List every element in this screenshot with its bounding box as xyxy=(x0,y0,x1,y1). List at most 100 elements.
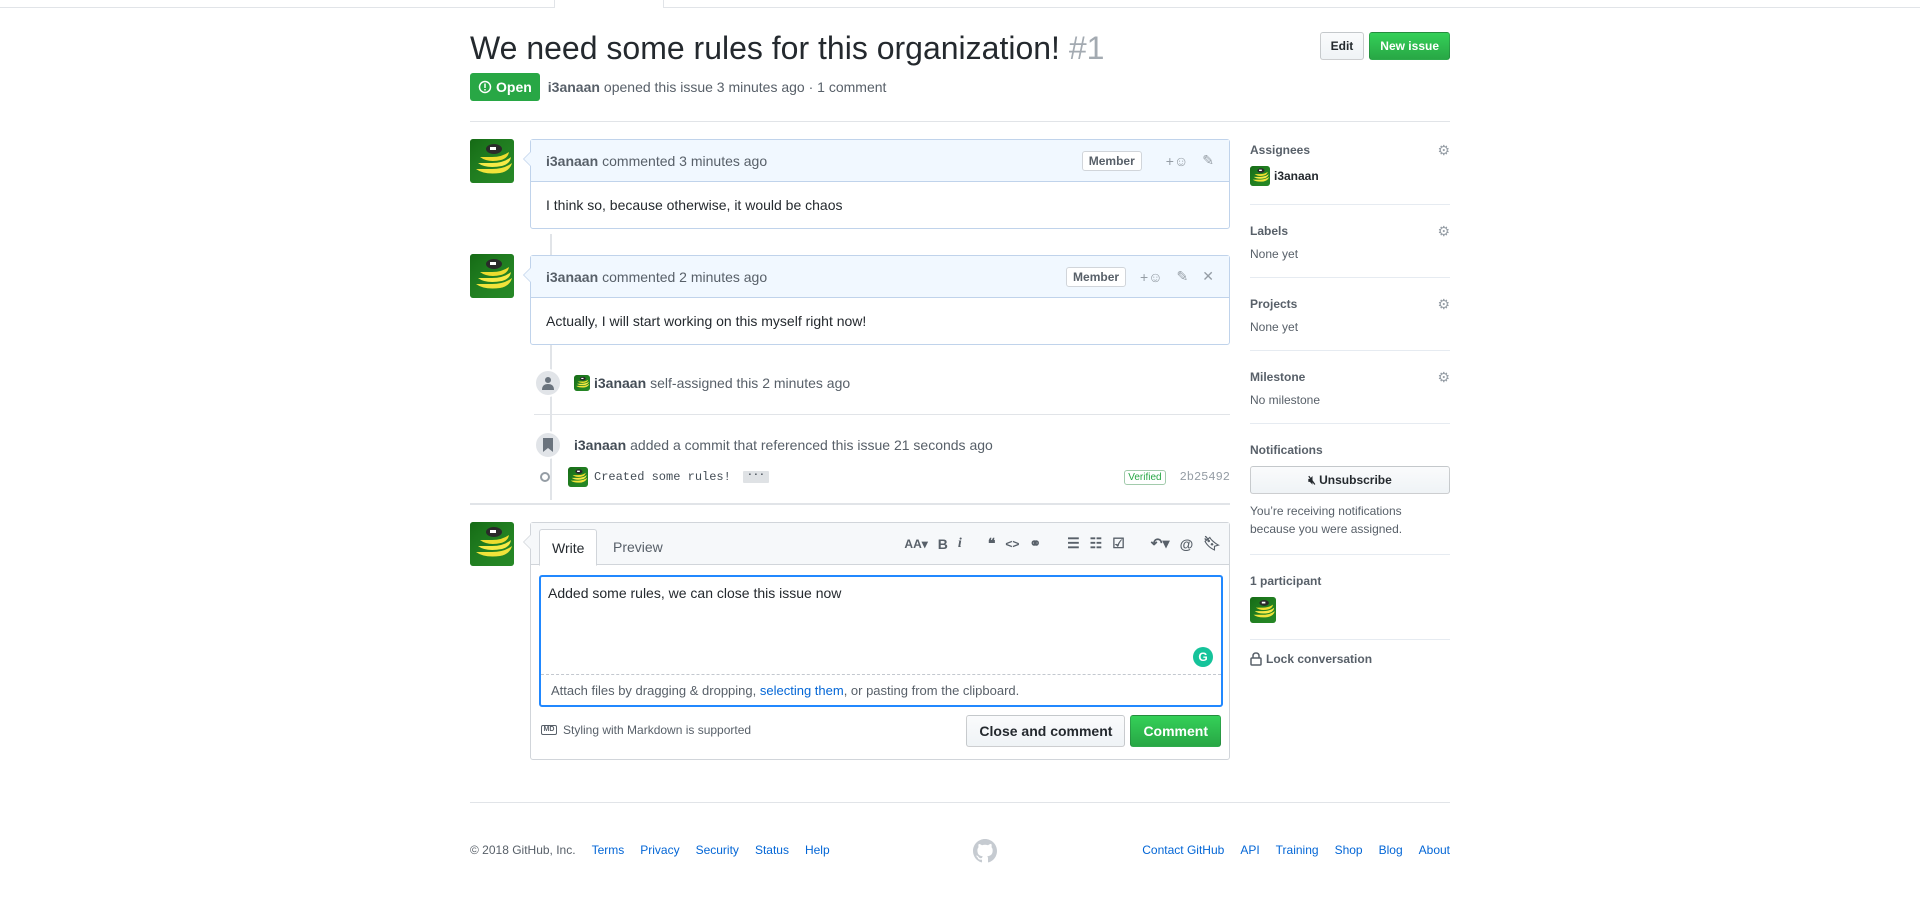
new-comment-form: Write Preview AA▾ B i ❝ <> ⚭ ☰ ☷ ☑ ↶▾ @ … xyxy=(523,522,1230,760)
mention-icon[interactable]: @ xyxy=(1180,536,1194,552)
issue-opened-icon xyxy=(478,80,492,94)
commit-message[interactable]: Created some rules! xyxy=(594,470,731,484)
close-and-comment-button[interactable]: Close and comment xyxy=(966,715,1126,747)
pencil-icon[interactable]: ✎ xyxy=(1177,268,1189,285)
comment-author[interactable]: i3anaan xyxy=(546,269,598,285)
top-tab-strip xyxy=(0,0,1920,8)
grammarly-icon[interactable]: G xyxy=(1193,647,1213,667)
footer-link-help[interactable]: Help xyxy=(805,843,830,857)
github-mark-icon[interactable] xyxy=(973,839,997,863)
event-text: self-assigned this 2 minutes ago xyxy=(650,375,851,391)
footer-link-shop[interactable]: Shop xyxy=(1335,843,1363,857)
select-files-link[interactable]: selecting them xyxy=(760,683,844,698)
comment-author[interactable]: i3anaan xyxy=(546,153,598,169)
footer-link-status[interactable]: Status xyxy=(755,843,789,857)
assign-event: i3anaan self-assigned this 2 minutes ago xyxy=(534,369,850,397)
unsubscribe-button[interactable]: 🔇︎ Unsubscribe xyxy=(1250,466,1450,494)
comment-button[interactable]: Comment xyxy=(1130,715,1221,747)
mute-icon: 🔇︎ xyxy=(1308,473,1316,487)
lock-label: Lock conversation xyxy=(1266,652,1373,666)
sidebar-projects: Projects ⚙ None yet xyxy=(1250,294,1450,351)
comment: i3anaan commented 3 minutes ago Member +… xyxy=(523,139,1230,229)
footer-link-blog[interactable]: Blog xyxy=(1379,843,1403,857)
markdown-note: MD Styling with Markdown is supported xyxy=(541,723,751,737)
reply-icon[interactable]: ↶▾ xyxy=(1151,535,1170,552)
form-actions: Close and comment Comment xyxy=(966,715,1221,747)
member-badge: Member xyxy=(1066,266,1127,287)
footer-link-terms[interactable]: Terms xyxy=(592,843,625,857)
header-text-icon[interactable]: AA▾ xyxy=(904,537,927,551)
gear-icon[interactable]: ⚙ xyxy=(1437,223,1450,240)
attach-files-hint: Attach files by dragging & dropping, sel… xyxy=(551,683,1019,698)
event-actor[interactable]: i3anaan xyxy=(594,375,646,391)
commit-row: Created some rules! ··· Verified 2b25492 xyxy=(540,467,1230,487)
avatar[interactable] xyxy=(1250,597,1276,623)
state-badge: Open xyxy=(470,73,540,101)
comment-textarea[interactable]: Added some rules, we can close this issu… xyxy=(541,577,1221,675)
footer-link-about[interactable]: About xyxy=(1419,843,1450,857)
avatar[interactable] xyxy=(568,467,588,487)
footer-right: Contact GitHub API Training Shop Blog Ab… xyxy=(1142,843,1450,857)
sidebar-notifications: Notifications 🔇︎ Unsubscribe You’re rece… xyxy=(1250,440,1450,555)
comment-timestamp[interactable]: commented 3 minutes ago xyxy=(602,153,767,169)
sidebar-heading[interactable]: Milestone xyxy=(1250,367,1450,387)
lock-conversation-link[interactable]: Lock conversation xyxy=(1250,652,1450,666)
sidebar-heading[interactable]: Assignees xyxy=(1250,140,1450,160)
gear-icon[interactable]: ⚙ xyxy=(1437,369,1450,386)
sidebar-heading[interactable]: Labels xyxy=(1250,221,1450,241)
quote-icon[interactable]: ❝ xyxy=(988,535,996,552)
comment-timestamp[interactable]: commented 2 minutes ago xyxy=(602,269,767,285)
labels-value: None yet xyxy=(1250,247,1299,261)
state-label: Open xyxy=(496,79,532,95)
bullet-list-icon[interactable]: ☰ xyxy=(1067,535,1080,552)
commit-sha[interactable]: 2b25492 xyxy=(1180,470,1230,484)
issue-meta: Open i3anaan opened this issue 3 minutes… xyxy=(470,73,886,101)
smiley-icon[interactable]: +☺ xyxy=(1140,269,1162,285)
verified-badge[interactable]: Verified xyxy=(1124,469,1166,485)
code-icon[interactable]: <> xyxy=(1005,537,1019,551)
issue-number: #1 xyxy=(1068,30,1105,66)
issue-author[interactable]: i3anaan xyxy=(548,79,600,95)
footer-link-security[interactable]: Security xyxy=(696,843,739,857)
numbered-list-icon[interactable]: ☷ xyxy=(1090,535,1103,552)
timeline-divider xyxy=(470,503,1230,505)
tab-write[interactable]: Write xyxy=(539,529,598,566)
avatar xyxy=(1250,166,1270,186)
markdown-note-text[interactable]: Styling with Markdown is supported xyxy=(563,723,751,737)
avatar[interactable] xyxy=(470,139,514,183)
smiley-icon[interactable]: +☺ xyxy=(1166,153,1188,169)
footer-link-contact[interactable]: Contact GitHub xyxy=(1142,843,1224,857)
avatar[interactable] xyxy=(470,522,514,566)
comment: i3anaan commented 2 minutes ago Member +… xyxy=(523,255,1230,345)
italic-icon[interactable]: i xyxy=(958,536,962,552)
sidebar-labels: Labels ⚙ None yet xyxy=(1250,221,1450,278)
event-actor[interactable]: i3anaan xyxy=(574,437,626,453)
sidebar-heading[interactable]: Projects xyxy=(1250,294,1450,314)
bookmark-icon[interactable]: 🔖︎ xyxy=(1203,535,1221,552)
bold-icon[interactable]: B xyxy=(938,536,948,552)
sidebar-heading: Notifications xyxy=(1250,443,1323,457)
footer-link-training[interactable]: Training xyxy=(1276,843,1319,857)
sidebar-heading: 1 participant xyxy=(1250,574,1322,588)
sidebar-milestone: Milestone ⚙ No milestone xyxy=(1250,367,1450,424)
footer-link-api[interactable]: API xyxy=(1240,843,1259,857)
avatar[interactable] xyxy=(574,375,590,391)
x-icon[interactable]: ✕ xyxy=(1202,268,1214,285)
tab-preview[interactable]: Preview xyxy=(601,529,675,566)
commit-expand-button[interactable]: ··· xyxy=(742,471,769,483)
gear-icon[interactable]: ⚙ xyxy=(1437,296,1450,313)
link-icon[interactable]: ⚭ xyxy=(1029,535,1041,552)
task-list-icon[interactable]: ☑ xyxy=(1112,535,1125,552)
edit-button[interactable]: Edit xyxy=(1319,32,1365,60)
markdown-toolbar: AA▾ B i ❝ <> ⚭ ☰ ☷ ☑ ↶▾ @ 🔖︎ xyxy=(894,535,1221,552)
active-tab[interactable] xyxy=(554,0,664,8)
milestone-value: No milestone xyxy=(1250,393,1321,407)
footer-link-privacy[interactable]: Privacy xyxy=(640,843,679,857)
gear-icon[interactable]: ⚙ xyxy=(1437,142,1450,159)
lock-icon xyxy=(1250,652,1262,666)
pencil-icon[interactable]: ✎ xyxy=(1202,152,1214,169)
comment-write-area: Added some rules, we can close this issu… xyxy=(539,575,1223,707)
new-issue-button[interactable]: New issue xyxy=(1369,32,1450,60)
avatar[interactable] xyxy=(470,254,514,298)
assignee[interactable]: i3anaan xyxy=(1250,166,1450,186)
